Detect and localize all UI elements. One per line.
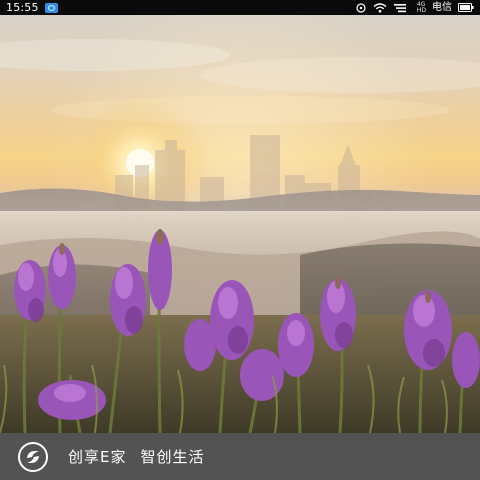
- splash-illustration: [0, 15, 480, 433]
- status-right: 4G HD 电信: [355, 0, 480, 15]
- notification-icon: [44, 2, 58, 13]
- brand-name: 创享E家: [68, 448, 127, 466]
- status-left: 15:55: [0, 0, 58, 15]
- network-type: 4G HD: [416, 0, 426, 14]
- alarm-icon: [355, 2, 367, 13]
- brand-logo-icon: [18, 441, 48, 472]
- brand-slogan: 智创生活: [140, 448, 205, 466]
- brand-bar: 创享E家 智创生活: [0, 433, 480, 480]
- brand-text: 创享E家 智创生活: [68, 446, 205, 467]
- splash-background: [0, 15, 480, 433]
- status-time: 15:55: [6, 1, 39, 14]
- status-bar: 15:55 4G HD 电信: [0, 0, 480, 15]
- carrier-label: 电信: [432, 2, 452, 13]
- signal-icon: [393, 3, 411, 13]
- wifi-icon: [373, 2, 387, 13]
- battery-icon: [458, 3, 474, 12]
